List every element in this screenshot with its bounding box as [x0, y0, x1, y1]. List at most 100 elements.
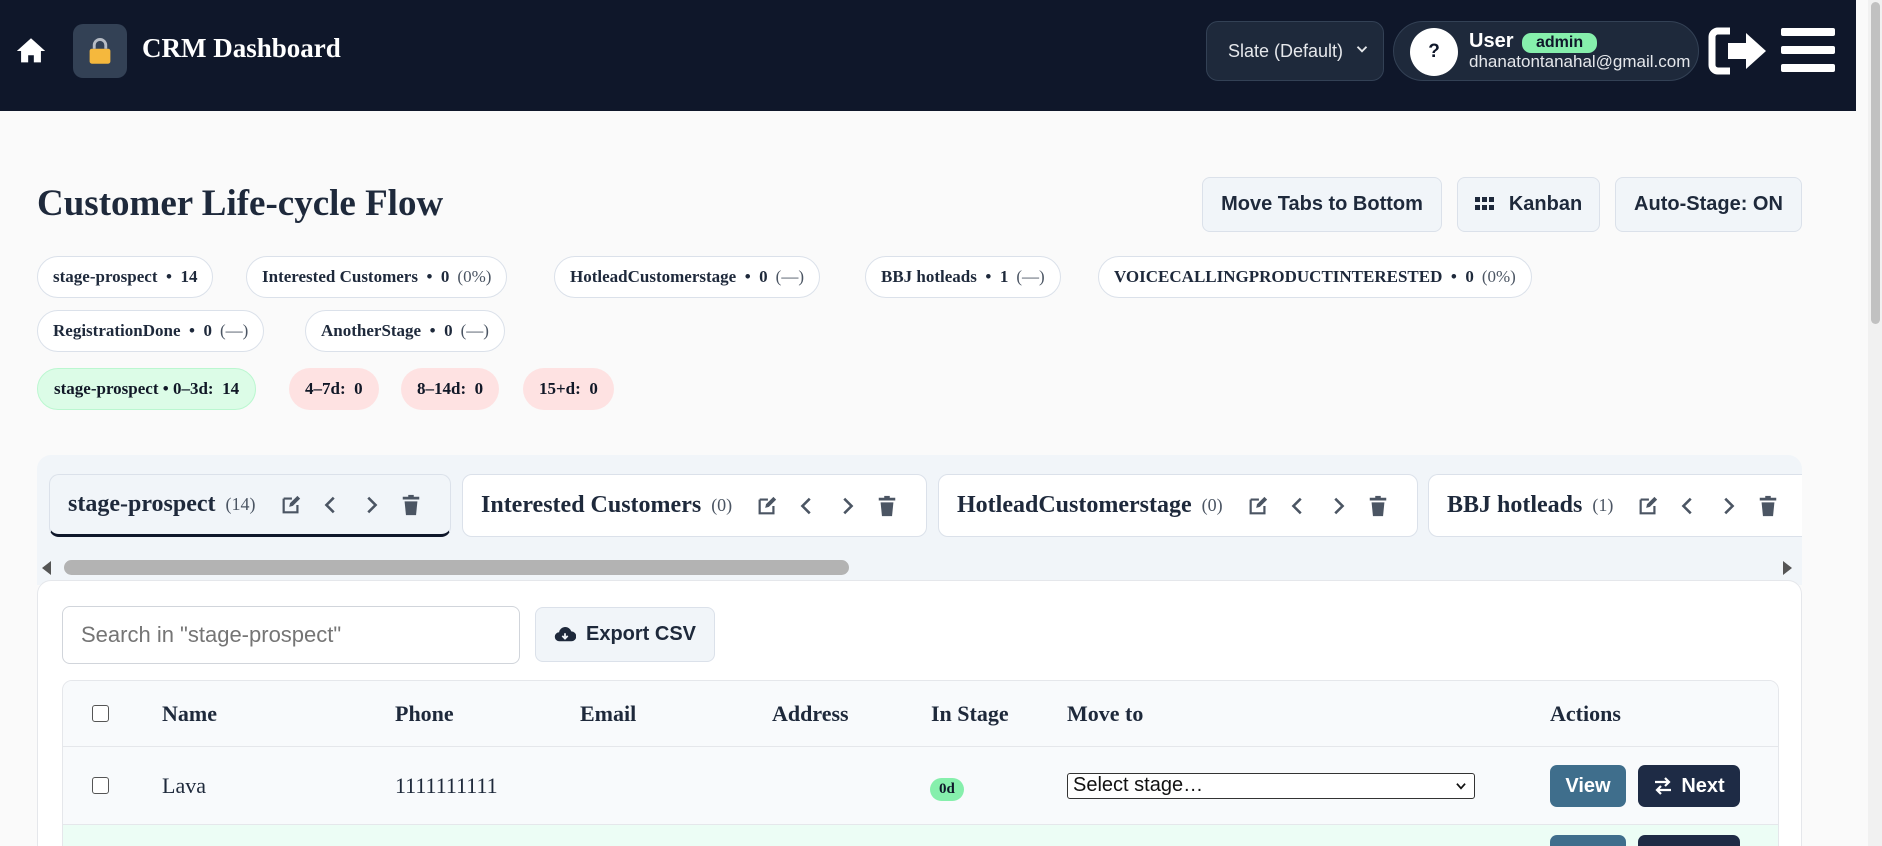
tab-bbj-hotleads[interactable]: BBJ hotleads (1) [1428, 474, 1802, 537]
select-all-checkbox[interactable] [92, 705, 109, 722]
stage-chip-count: 1 [999, 267, 1009, 286]
aging-label: stage-prospect • 0–3d: [54, 379, 214, 398]
view-button[interactable]: View [1550, 765, 1626, 807]
role-badge: admin [1522, 33, 1598, 53]
column-header: Name [162, 701, 217, 726]
stage-chip-pct: (0%) [457, 267, 492, 286]
tab-label: stage-prospect [68, 491, 216, 517]
stage-chip[interactable]: VOICECALLINGPRODUCTINTERESTED • 0 (0%) [1098, 256, 1532, 298]
tab-label: BBJ hotleads [1447, 492, 1583, 518]
tab-label: HotleadCustomerstage [957, 492, 1192, 518]
row-checkbox[interactable] [92, 777, 109, 794]
stage-chip-pct: (0%) [1481, 267, 1516, 286]
stage-chip[interactable]: BBJ hotleads • 1 (—) [865, 256, 1061, 298]
tab-count: (0) [1201, 495, 1223, 515]
chevron-right-icon[interactable] [1327, 495, 1349, 517]
stage-chip-pct: (—) [775, 267, 804, 286]
stage-chip-name: stage-prospect [53, 267, 158, 286]
stage-chip-name: AnotherStage [321, 321, 422, 340]
chevron-left-icon[interactable] [320, 494, 342, 516]
search-input[interactable] [62, 606, 520, 664]
move-tabs-button[interactable]: Move Tabs to Bottom [1202, 177, 1442, 232]
chevron-right-icon[interactable] [1717, 495, 1739, 517]
user-email: dhanatontanahal@gmail.com [1469, 52, 1691, 71]
edit-icon[interactable] [756, 495, 778, 517]
scroll-left-arrow-icon[interactable] [42, 561, 51, 575]
tab-interested-customers[interactable]: Interested Customers (0) [462, 474, 927, 537]
home-icon[interactable] [14, 34, 48, 68]
aging-label: 8–14d: [417, 379, 467, 398]
aging-value: 0 [474, 379, 484, 398]
tab-hotleadcustomerstage[interactable]: HotleadCustomerstage (0) [938, 474, 1418, 537]
next-button[interactable] [1638, 835, 1740, 846]
stage-chip-count: 0 [203, 321, 212, 340]
grid-icon [1474, 196, 1494, 210]
stage-chip-pct: (—) [1016, 267, 1045, 286]
aging-value: 14 [222, 379, 240, 398]
table-header: Name Phone Email Address In Stage Move t… [63, 681, 1778, 747]
chevron-left-icon[interactable] [796, 495, 818, 517]
aging-chip: stage-prospect • 0–3d: 14 [37, 368, 257, 410]
theme-select[interactable]: Slate (Default) [1206, 21, 1384, 81]
top-navbar: CRM Dashboard Slate (Default) ? User adm… [0, 0, 1856, 111]
chevron-left-icon[interactable] [1677, 495, 1699, 517]
move-to-select[interactable]: Select stage… [1067, 773, 1475, 799]
stage-chip-name: Interested Customers [262, 267, 418, 286]
cloud-download-icon [554, 626, 576, 641]
aging-chip: 8–14d: 0 [401, 368, 500, 410]
in-stage-badge: 0d [930, 778, 964, 801]
page-scrollbar-thumb[interactable] [1871, 2, 1880, 324]
stage-chip[interactable]: RegistrationDone • 0 (—) [37, 310, 265, 352]
stage-chip-name: BBJ hotleads [881, 267, 977, 286]
scroll-right-arrow-icon[interactable] [1783, 561, 1792, 575]
aging-chip: 15+d: 0 [523, 368, 614, 410]
kanban-button[interactable]: Kanban [1457, 177, 1600, 232]
edit-icon[interactable] [1637, 495, 1659, 517]
column-header: Move to [1067, 701, 1144, 726]
tab-count: (14) [225, 494, 256, 514]
stage-chip-name: HotleadCustomerstage [570, 267, 737, 286]
hamburger-menu-icon[interactable] [1781, 26, 1835, 74]
trash-icon[interactable] [400, 494, 422, 516]
stage-chip[interactable]: stage-prospect • 14 [37, 256, 214, 298]
user-label: User [1469, 30, 1514, 52]
brand-title: CRM Dashboard [142, 33, 341, 63]
swap-arrows-icon [1655, 777, 1672, 795]
stage-chip-count: 0 [444, 321, 453, 340]
tab-count: (0) [711, 495, 733, 515]
tab-stage-prospect[interactable]: stage-prospect (14) [49, 474, 451, 537]
aging-chip: 4–7d: 0 [289, 368, 379, 410]
trash-icon[interactable] [1757, 495, 1779, 517]
trash-icon[interactable] [1367, 495, 1389, 517]
lock-icon [89, 38, 111, 64]
page-title: Customer Life-cycle Flow [37, 183, 444, 224]
trash-icon[interactable] [876, 495, 898, 517]
chevron-left-icon[interactable] [1287, 495, 1309, 517]
logout-icon[interactable] [1708, 25, 1770, 77]
table-row: Lava 1111111111 0d Select stage… View Ne… [63, 747, 1778, 825]
help-button[interactable]: ? [1410, 28, 1458, 76]
stage-chip[interactable]: Interested Customers • 0 (0%) [246, 256, 508, 298]
edit-icon[interactable] [280, 494, 302, 516]
view-button[interactable] [1550, 835, 1626, 846]
table-row [63, 825, 1778, 846]
row-phone: 1111111111 [395, 773, 498, 798]
stage-chip[interactable]: HotleadCustomerstage • 0 (—) [554, 256, 820, 298]
kanban-label: Kanban [1508, 193, 1583, 215]
auto-stage-button[interactable]: Auto-Stage: ON [1615, 177, 1802, 232]
chevron-down-icon [1356, 46, 1368, 53]
chevron-right-icon[interactable] [360, 494, 382, 516]
export-csv-button[interactable]: Export CSV [535, 607, 715, 662]
export-csv-label: Export CSV [586, 623, 697, 645]
next-button[interactable]: Next [1638, 765, 1740, 807]
aging-value: 0 [589, 379, 598, 398]
edit-icon[interactable] [1247, 495, 1269, 517]
user-menu[interactable]: ? User admin dhanatontanahal@gmail.com [1393, 21, 1699, 81]
tabs-scrollbar-thumb[interactable] [64, 560, 849, 575]
chevron-right-icon[interactable] [836, 495, 858, 517]
stage-chip[interactable]: AnotherStage • 0 (—) [305, 310, 505, 352]
stage-chip-count: 0 [440, 267, 450, 286]
stage-chip-name: RegistrationDone [53, 321, 181, 340]
lock-icon-button[interactable] [73, 24, 127, 78]
aging-label: 4–7d: [305, 379, 346, 398]
